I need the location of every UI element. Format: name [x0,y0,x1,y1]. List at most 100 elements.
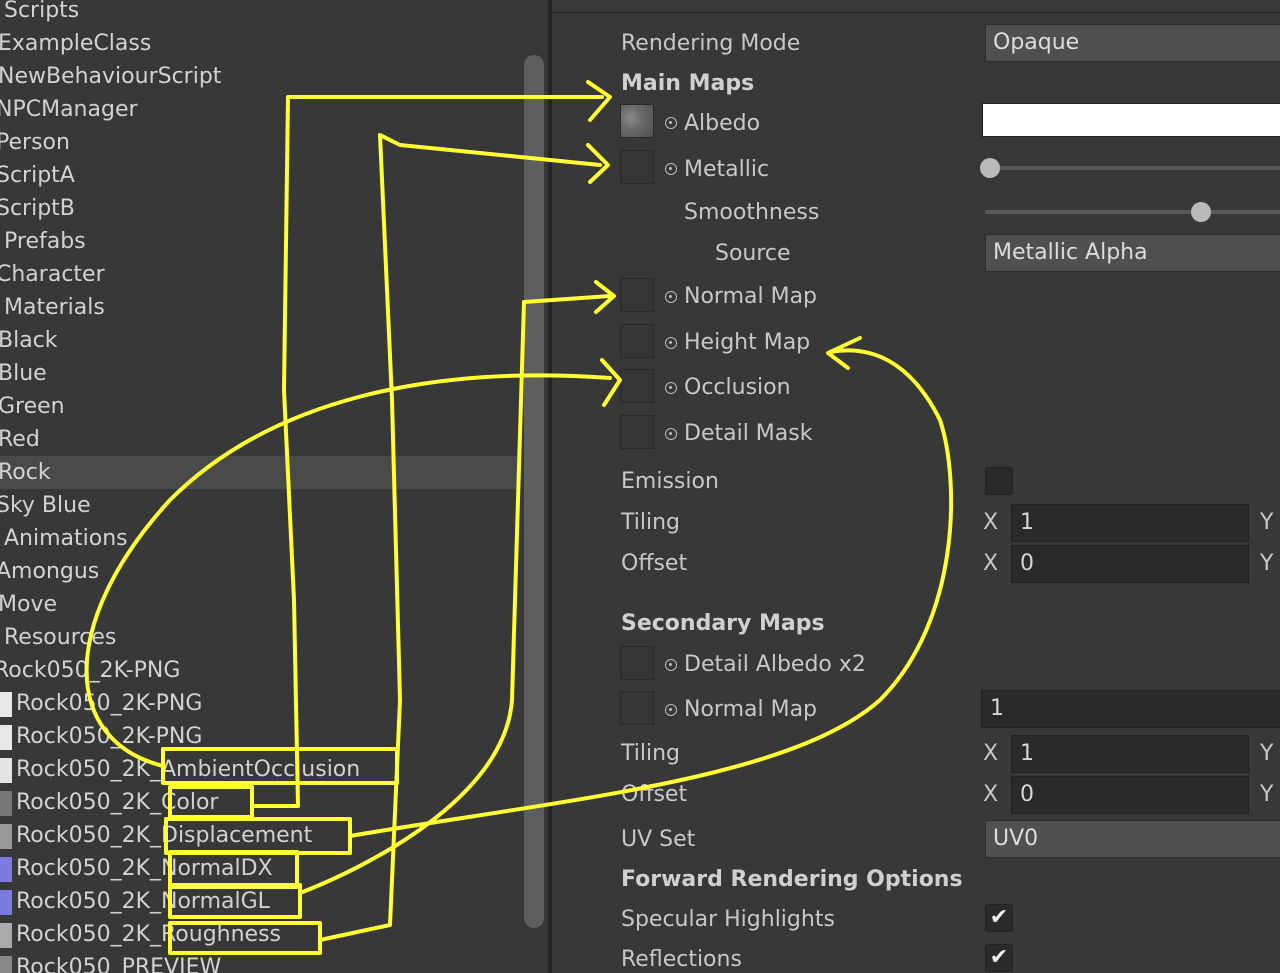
offset-y-axis-label: Y [1260,551,1274,576]
project-item[interactable]: Rock050_2K_AmbientOcclusion [0,753,520,786]
metallic-picker-icon[interactable] [665,163,677,175]
metallic-slider-track[interactable] [988,166,1280,170]
project-item-label: Move [0,592,57,617]
normal-map-label: Normal Map [684,284,818,309]
project-item[interactable]: Rock050_2K_Roughness [0,918,520,951]
project-item[interactable]: NPCManager [0,93,520,126]
project-item-label: Rock050_2K-PNG [0,658,181,683]
occlusion-picker-icon[interactable] [665,382,677,394]
secondary-normal-map-texture-slot[interactable] [620,691,654,725]
project-item[interactable]: ScriptB [0,192,520,225]
project-item[interactable]: Animations [0,522,520,555]
secondary-tiling-x-field[interactable]: 1 [1011,735,1249,773]
project-item-label: Animations [4,526,128,551]
project-item-label: Rock [0,460,51,485]
project-item-label: ScriptA [0,163,75,188]
project-item[interactable]: Amongus [0,555,520,588]
texture-displacement-icon [0,824,12,849]
project-item[interactable]: Red [0,423,520,456]
offset-x-field[interactable]: 0 [1011,545,1249,583]
albedo-texture-slot[interactable] [620,104,654,138]
project-item[interactable]: ExampleClass [0,27,520,60]
secondary-tiling-x-axis-label: X [983,741,999,766]
detail-albedo-picker-icon[interactable] [665,659,677,671]
smoothness-slider-handle[interactable] [1191,202,1211,222]
secondary-offset-y-axis-label: Y [1260,782,1274,807]
secondary-offset-label: Offset [621,782,688,807]
emission-checkbox[interactable] [985,467,1013,495]
reflections-checkbox[interactable]: ✔ [985,944,1013,972]
project-item-label: Rock050_2K_NormalGL [16,889,270,914]
material-inspector: Rendering Mode Opaque Main Maps Albedo M… [552,0,1280,973]
project-item[interactable]: Character [0,258,520,291]
project-item[interactable]: ScriptA [0,159,520,192]
project-item[interactable]: Rock050_2K_Color [0,786,520,819]
detail-albedo-texture-slot[interactable] [620,646,654,680]
project-item[interactable]: Scripts [0,0,520,27]
project-item-label: Red [0,427,40,452]
project-item-label: Blue [0,361,47,386]
project-item-label: Prefabs [4,229,86,254]
texture-normal-icon [0,857,12,882]
occlusion-texture-slot[interactable] [620,369,654,403]
project-item-label: Rock050_2K_AmbientOcclusion [16,757,361,782]
project-scrollbar[interactable] [524,55,544,928]
height-map-picker-icon[interactable] [665,337,677,349]
project-item[interactable]: Rock050_2K-PNG [0,687,520,720]
project-item-label: Black [0,328,58,353]
texture-ao-icon [0,758,12,783]
albedo-picker-icon[interactable] [665,117,677,129]
project-item[interactable]: Prefabs [0,225,520,258]
project-item[interactable]: Rock050_PREVIEW [0,951,520,973]
height-map-texture-slot[interactable] [620,324,654,358]
project-item[interactable]: Resources [0,621,520,654]
albedo-color-swatch[interactable] [982,103,1280,137]
normal-map-picker-icon[interactable] [665,291,677,303]
secondary-offset-x-field[interactable]: 0 [1011,776,1249,814]
project-item-label: Rock050_2K-PNG [16,724,203,749]
project-item-label: NPCManager [0,97,138,122]
normal-map-texture-slot[interactable] [620,278,654,312]
secondary-tiling-label: Tiling [621,741,681,766]
secondary-normal-scale-field[interactable]: 1 [981,690,1280,728]
tiling-x-field[interactable]: 1 [1011,504,1249,542]
specular-highlights-checkbox[interactable]: ✔ [985,904,1013,932]
project-item-label: Sky Blue [0,493,91,518]
detail-mask-picker-icon[interactable] [665,428,677,440]
secondary-normal-map-picker-icon[interactable] [665,704,677,716]
texture-normal-icon [0,890,12,915]
rendering-mode-dropdown[interactable]: Opaque [985,24,1280,62]
metallic-texture-slot[interactable] [620,150,654,184]
project-item[interactable]: Rock [0,456,520,489]
source-dropdown[interactable]: Metallic Alpha [985,234,1280,272]
project-item-label: NewBehaviourScript [0,64,222,89]
project-item[interactable]: Rock050_2K-PNG [0,720,520,753]
project-item[interactable]: Blue [0,357,520,390]
project-item-label: Person [0,130,70,155]
project-item[interactable]: Green [0,390,520,423]
project-item-label: Amongus [0,559,100,584]
detail-mask-texture-slot[interactable] [620,415,654,449]
project-item-label: Character [0,262,105,287]
project-item[interactable]: Sky Blue [0,489,520,522]
metallic-slider-handle[interactable] [980,158,1000,178]
texture-roughness-icon [0,923,12,948]
project-item[interactable]: Rock050_2K_NormalGL [0,885,520,918]
tiling-y-axis-label: Y [1260,510,1274,535]
project-item[interactable]: NewBehaviourScript [0,60,520,93]
project-item[interactable]: Black [0,324,520,357]
project-item[interactable]: Rock050_2K_Displacement [0,819,520,852]
tiling-label: Tiling [621,510,681,535]
emission-label: Emission [621,469,719,494]
smoothness-slider-track[interactable] [985,210,1280,214]
project-item-label: Rock050_2K-PNG [16,691,203,716]
project-item[interactable]: Rock050_2K-PNG [0,654,520,687]
project-item[interactable]: Rock050_2K_NormalDX [0,852,520,885]
project-item[interactable]: Materials [0,291,520,324]
project-item-label: Rock050_2K_Color [16,790,219,815]
uv-set-dropdown[interactable]: UV0 [985,820,1280,858]
project-item[interactable]: Person [0,126,520,159]
project-item[interactable]: Move [0,588,520,621]
project-item-label: Rock050_2K_Roughness [16,922,282,947]
specular-highlights-label: Specular Highlights [621,907,835,932]
